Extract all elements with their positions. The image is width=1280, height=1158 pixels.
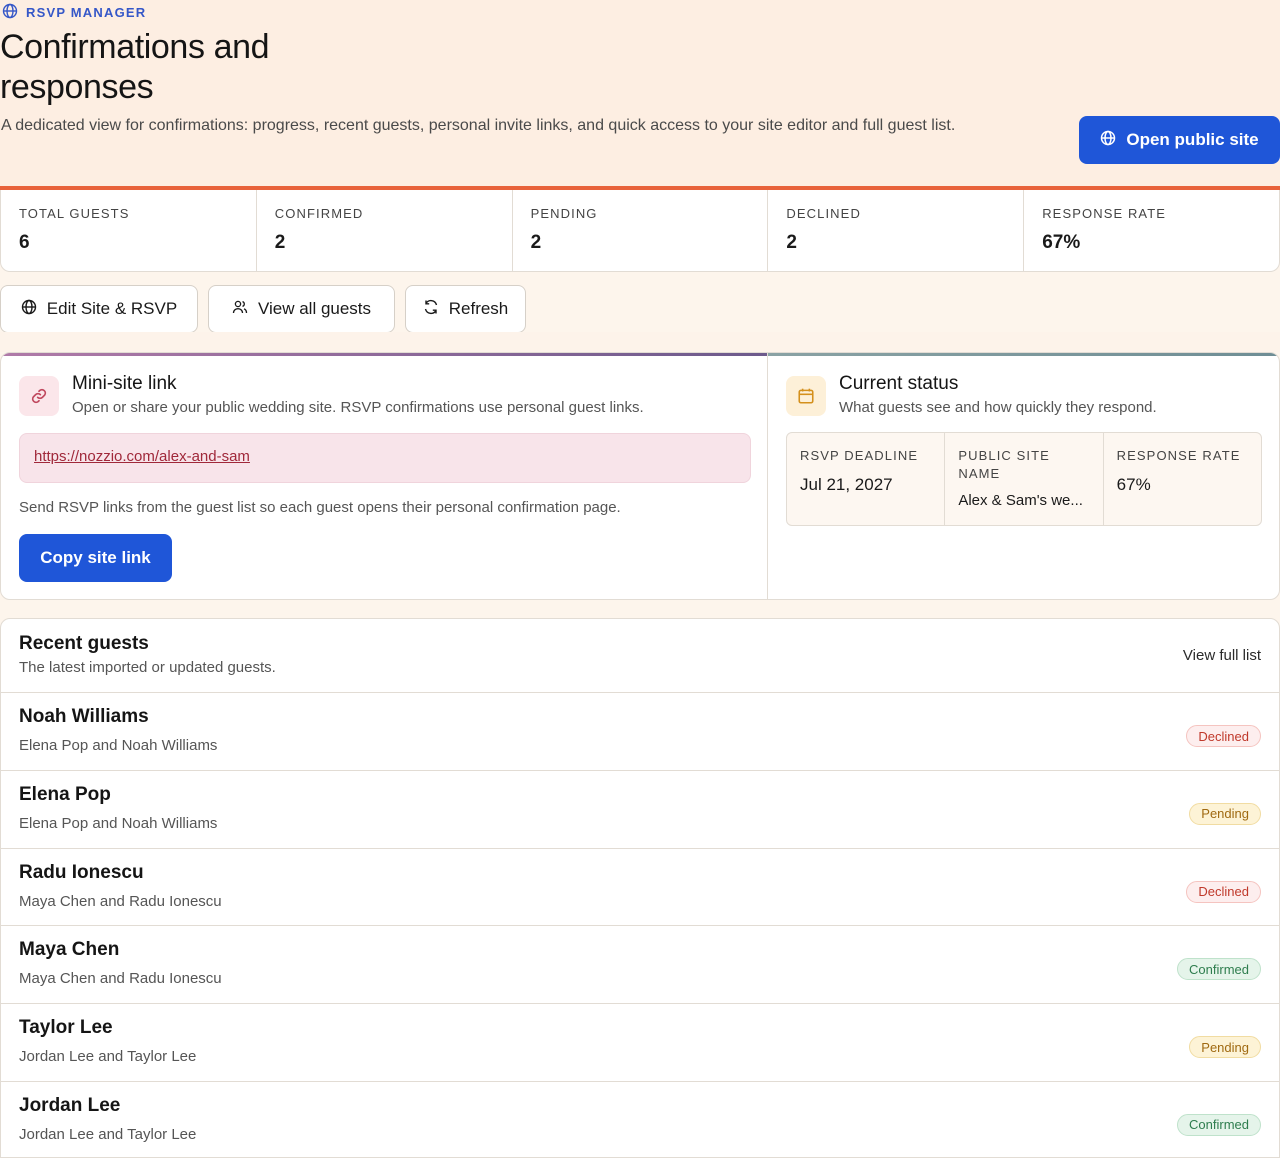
stat-pending: PENDING 2 [513,190,769,271]
rsvp-help-text: Send RSVP links from the guest list so e… [19,499,621,516]
recent-guests-title: Recent guests [19,633,149,654]
stat-total-guests: TOTAL GUESTS 6 [1,190,257,271]
status-badge: Declined [1186,880,1261,903]
refresh-button[interactable]: Refresh [405,285,526,333]
status-grid: RSVP DEADLINE Jul 21, 2027 PUBLIC SITE N… [786,432,1262,526]
guest-row[interactable]: Maya Chen Maya Chen and Radu Ionescu Con… [1,926,1279,1005]
mini-site-subtitle: Open or share your public wedding site. … [72,399,644,416]
stat-value: 2 [530,232,542,253]
stat-declined: DECLINED 2 [768,190,1025,271]
view-full-list-link[interactable]: View full list [1183,647,1261,664]
stat-label: RESPONSE RATE [1042,206,1167,221]
stat-confirmed: CONFIRMED 2 [257,190,513,271]
stats-bar: TOTAL GUESTS 6 CONFIRMED 2 PENDING 2 DEC… [0,190,1280,272]
guest-row[interactable]: Taylor Lee Jordan Lee and Taylor Lee Pen… [1,1004,1279,1082]
recent-guests-header: Recent guests The latest imported or upd… [1,619,1279,693]
globe-icon [21,299,37,320]
eyebrow: RSVP MANAGER [2,3,146,22]
stat-value: 6 [19,232,30,253]
status-badge: Confirmed [1177,1113,1261,1136]
guest-name: Taylor Lee [19,1017,113,1039]
response-rate-cell: RESPONSE RATE 67% [1104,433,1261,525]
calendar-icon [786,376,826,416]
refresh-icon [423,299,439,320]
status-badge: Pending [1189,802,1261,825]
status-badge: Pending [1189,1036,1261,1059]
globe-icon [2,3,18,22]
refresh-label: Refresh [448,299,509,318]
edit-site-rsvp-button[interactable]: Edit Site & RSVP [0,285,198,333]
status-badge: Confirmed [1177,958,1261,981]
public-site-name-label: PUBLIC SITE NAME [958,448,1050,481]
guest-name: Radu Ionescu [19,861,144,883]
public-site-name-value: Alex & Sam's we... [958,492,1083,509]
guest-party: Jordan Lee and Taylor Lee [19,1048,197,1066]
guest-row[interactable]: Elena Pop Elena Pop and Noah Williams Pe… [1,771,1279,849]
info-panels: Mini-site link Open or share your public… [0,352,1280,600]
view-all-guests-label: View all guests [257,299,372,318]
page-title: Confirmations and responses [0,28,270,106]
copy-site-link-button[interactable]: Copy site link [19,534,172,582]
open-public-site-button[interactable]: Open public site [1079,116,1280,164]
status-title: Current status [839,373,959,394]
action-toolbar: Edit Site & RSVP View all guests Refresh [0,285,526,333]
rsvp-deadline-label: RSVP DEADLINE [800,448,919,463]
link-icon [19,376,59,416]
site-url-link[interactable]: https://nozzio.com/alex-and-sam [34,448,250,465]
edit-site-rsvp-label: Edit Site & RSVP [46,299,178,318]
guest-party: Maya Chen and Radu Ionescu [19,892,222,910]
stat-response-rate: RESPONSE RATE 67% [1024,190,1279,271]
response-rate-label: RESPONSE RATE [1116,448,1241,463]
users-icon [232,299,248,320]
stat-label: DECLINED [786,206,861,221]
status-subtitle: What guests see and how quickly they res… [839,399,1157,416]
page-header: RSVP MANAGER Confirmations and responses… [0,0,1280,186]
stat-label: TOTAL GUESTS [19,206,130,221]
response-rate-value: 67% [1116,475,1151,494]
rsvp-deadline-cell: RSVP DEADLINE Jul 21, 2027 [787,433,946,525]
guest-party: Elena Pop and Noah Williams [19,814,218,832]
guest-row[interactable]: Jordan Lee Jordan Lee and Taylor Lee Con… [1,1082,1279,1157]
status-badge: Declined [1186,725,1261,747]
view-all-guests-button[interactable]: View all guests [208,285,395,333]
guest-party: Maya Chen and Radu Ionescu [19,970,222,988]
guest-row[interactable]: Noah Williams Elena Pop and Noah William… [1,693,1279,771]
eyebrow-label: RSVP MANAGER [26,5,147,20]
stat-value: 67% [1042,232,1081,253]
stat-label: PENDING [530,206,598,221]
stat-value: 2 [274,232,286,253]
guest-name: Maya Chen [19,939,120,961]
public-site-name-cell: PUBLIC SITE NAME Alex & Sam's we... [945,433,1104,525]
stat-label: CONFIRMED [274,206,364,221]
recent-guests-subtitle: The latest imported or updated guests. [19,659,276,676]
guest-row[interactable]: Radu Ionescu Maya Chen and Radu Ionescu … [1,849,1279,927]
guest-party: Jordan Lee and Taylor Lee [19,1125,197,1143]
rsvp-deadline-value: Jul 21, 2027 [800,475,893,494]
section-spacer [0,332,1280,352]
guest-name: Jordan Lee [19,1094,121,1116]
globe-icon [1100,130,1116,151]
recent-guests-panel: Recent guests The latest imported or upd… [0,618,1280,1158]
site-url-box: https://nozzio.com/alex-and-sam [19,433,751,483]
guest-name: Elena Pop [19,783,111,805]
current-status-panel: Current status What guests see and how q… [768,353,1279,599]
open-public-site-label: Open public site [1126,130,1259,149]
guest-party: Elena Pop and Noah Williams [19,737,218,754]
mini-site-panel: Mini-site link Open or share your public… [1,353,768,599]
guest-name: Noah Williams [19,706,149,727]
page-subtitle: A dedicated view for confirmations: prog… [1,117,956,134]
mini-site-title: Mini-site link [72,373,177,394]
stat-value: 2 [786,232,797,253]
